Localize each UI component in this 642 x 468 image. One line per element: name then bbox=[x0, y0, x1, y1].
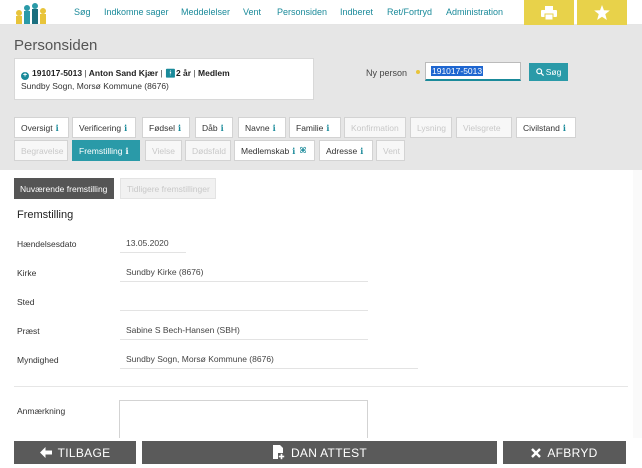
person-age: 2 år bbox=[175, 68, 192, 78]
star-icon bbox=[594, 5, 610, 20]
favorite-button[interactable] bbox=[577, 0, 627, 25]
info-icon: i bbox=[292, 145, 296, 156]
field-value-priest[interactable]: Sabine S Bech-Hansen (SBH) bbox=[120, 320, 368, 340]
person-icon: 🚹︎ bbox=[165, 68, 176, 78]
info-icon: i bbox=[55, 122, 59, 133]
field-label-place: Sted bbox=[17, 297, 35, 307]
nav-personsiden[interactable]: Personsiden bbox=[277, 7, 327, 17]
required-indicator bbox=[416, 70, 420, 74]
arrow-left-icon bbox=[39, 447, 52, 458]
new-person-label: Ny person bbox=[366, 68, 408, 78]
nav-ret-fortryd[interactable]: Ret/Fortryd bbox=[387, 7, 432, 17]
tab-fremstilling[interactable]: Fremstilling i bbox=[72, 140, 140, 161]
nav-indkomne-sager[interactable]: Indkomne sager bbox=[104, 7, 169, 17]
info-icon: i bbox=[360, 145, 364, 156]
field-value-authority[interactable]: Sundby Sogn, Morsø Kommune (8676) bbox=[120, 349, 418, 369]
person-status: Medlem bbox=[198, 68, 230, 78]
tab-dodsfald: Dødsfald bbox=[185, 140, 231, 161]
tab-previous-presentations: Tidligere fremstillinger bbox=[120, 178, 216, 199]
field-label-priest: Præst bbox=[17, 326, 40, 336]
field-value-church[interactable]: Sundby Kirke (8676) bbox=[120, 262, 368, 282]
info-icon: i bbox=[562, 122, 566, 133]
close-icon bbox=[531, 447, 542, 458]
person-header: Personsiden +191017-5013 | Anton Sand Kj… bbox=[0, 25, 642, 170]
tab-vielsgrete: Vielsgrete bbox=[456, 117, 512, 138]
info-icon: i bbox=[124, 122, 128, 133]
tab-civilstand[interactable]: Civilstand i bbox=[516, 117, 576, 138]
field-label-authority: Myndighed bbox=[17, 355, 59, 365]
field-value-place[interactable] bbox=[120, 291, 368, 311]
field-label-church: Kirke bbox=[17, 268, 37, 278]
section-divider bbox=[14, 386, 628, 387]
nav-indberet[interactable]: Indberet bbox=[340, 7, 373, 17]
nav-vent[interactable]: Vent bbox=[243, 7, 261, 17]
person-summary: +191017-5013 | Anton Sand Kjær | 🚹︎2 år … bbox=[14, 58, 314, 100]
top-navigation: Søg Indkomne sager Meddelelser Vent Pers… bbox=[0, 0, 642, 25]
info-icon: i bbox=[272, 122, 276, 133]
person-name: Anton Sand Kjær bbox=[88, 68, 159, 78]
page-title: Personsiden bbox=[14, 37, 98, 54]
nav-meddelelser[interactable]: Meddelelser bbox=[181, 7, 230, 17]
print-icon bbox=[541, 5, 557, 20]
field-label-date: Hændelsesdato bbox=[17, 239, 77, 249]
remark-textarea[interactable] bbox=[119, 400, 368, 440]
scrollbar[interactable] bbox=[633, 170, 642, 440]
section-title: Fremstilling bbox=[17, 209, 74, 221]
tab-navne[interactable]: Navne i bbox=[238, 117, 286, 138]
tab-fodsel[interactable]: Fødsel i bbox=[142, 117, 190, 138]
tab-begravelse: Begravelse bbox=[14, 140, 68, 161]
tab-vent: Vent bbox=[376, 140, 405, 161]
tab-verificering[interactable]: Verificering i bbox=[72, 117, 136, 138]
action-bar: TILBAGE DAN ATTEST AFBRYD bbox=[0, 438, 642, 468]
back-button[interactable]: TILBAGE bbox=[14, 441, 136, 464]
document-plus-icon bbox=[272, 445, 285, 460]
nav-sog[interactable]: Søg bbox=[74, 7, 91, 17]
tab-familie[interactable]: Familie i bbox=[289, 117, 341, 138]
person-location: Sundby Sogn, Morsø Kommune (8676) bbox=[21, 81, 169, 91]
nav-administration[interactable]: Administration bbox=[446, 7, 503, 17]
tab-konfirmation: Konfirmation bbox=[344, 117, 406, 138]
new-person-input[interactable]: 191017-5013 bbox=[425, 62, 521, 81]
search-button[interactable]: Søg bbox=[529, 63, 568, 81]
create-certificate-button[interactable]: DAN ATTEST bbox=[142, 441, 497, 464]
tab-current-presentation[interactable]: Nuværende fremstilling bbox=[14, 178, 114, 199]
tab-vielse: Vielse bbox=[145, 140, 182, 161]
command-icon: ⌘ bbox=[299, 146, 307, 155]
tab-oversigt[interactable]: Oversigt i bbox=[14, 117, 69, 138]
logo-icon[interactable] bbox=[14, 2, 48, 24]
tab-medlemskab[interactable]: Medlemskab i ⌘ bbox=[234, 140, 315, 161]
tab-adresse[interactable]: Adresse i bbox=[319, 140, 373, 161]
cancel-button[interactable]: AFBRYD bbox=[503, 441, 626, 464]
info-icon: i bbox=[220, 122, 224, 133]
search-icon bbox=[535, 68, 544, 76]
tab-lysning: Lysning bbox=[410, 117, 452, 138]
expand-icon[interactable]: + bbox=[21, 72, 29, 80]
field-value-date[interactable]: 13.05.2020 bbox=[120, 233, 186, 253]
person-cpr: 191017-5013 bbox=[32, 68, 83, 78]
print-button[interactable] bbox=[524, 0, 574, 25]
tab-dab[interactable]: Dåb i bbox=[195, 117, 233, 138]
person-identity: +191017-5013 | Anton Sand Kjær | 🚹︎2 år … bbox=[21, 68, 230, 80]
field-label-remark: Anmærkning bbox=[17, 406, 66, 416]
info-icon: i bbox=[125, 145, 129, 156]
info-icon: i bbox=[177, 122, 182, 133]
info-icon: i bbox=[326, 122, 330, 133]
